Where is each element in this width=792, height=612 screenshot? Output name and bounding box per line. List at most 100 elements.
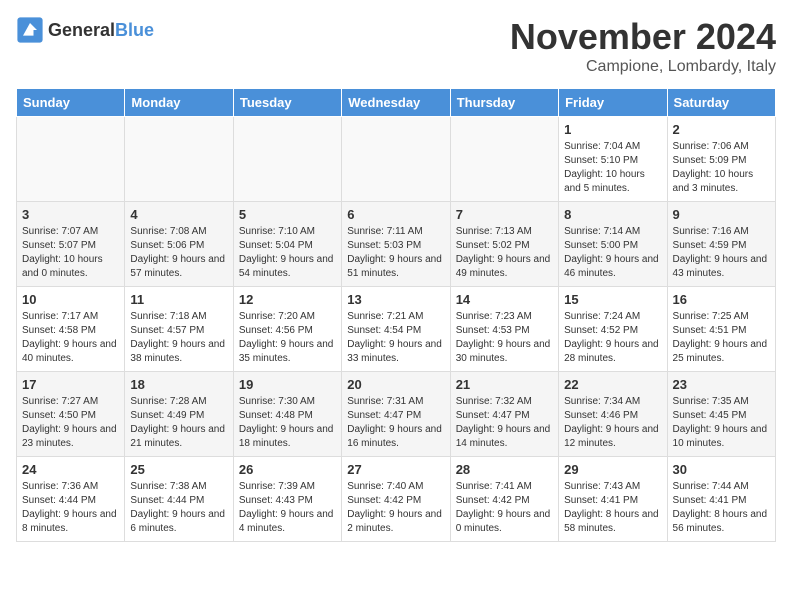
calendar-body: 1 Sunrise: 7:04 AM Sunset: 5:10 PM Daylig… (17, 117, 776, 542)
day-number: 28 (456, 462, 553, 477)
day-info: Sunrise: 7:18 AM Sunset: 4:57 PM Dayligh… (130, 310, 227, 366)
day-number: 2 (673, 122, 770, 137)
calendar-cell: 11 Sunrise: 7:18 AM Sunset: 4:57 PM Dayli… (125, 287, 233, 372)
calendar-week-row: 1 Sunrise: 7:04 AM Sunset: 5:10 PM Daylig… (17, 117, 776, 202)
day-info: Sunrise: 7:25 AM Sunset: 4:51 PM Dayligh… (673, 310, 770, 366)
header: GeneralBlue November 2024 Campione, Lomb… (16, 16, 776, 76)
day-number: 17 (22, 377, 119, 392)
day-number: 14 (456, 292, 553, 307)
day-info: Sunrise: 7:30 AM Sunset: 4:48 PM Dayligh… (239, 395, 336, 451)
day-info: Sunrise: 7:23 AM Sunset: 4:53 PM Dayligh… (456, 310, 553, 366)
day-number: 27 (347, 462, 444, 477)
day-number: 30 (673, 462, 770, 477)
calendar-cell (342, 117, 450, 202)
calendar-cell: 2Sunrise: 7:06 AM Sunset: 5:09 PM Daylig… (667, 117, 775, 202)
weekday-header-cell: Saturday (667, 89, 775, 117)
day-number: 10 (22, 292, 119, 307)
day-info: Sunrise: 7:20 AM Sunset: 4:56 PM Dayligh… (239, 310, 336, 366)
calendar-cell: 22Sunrise: 7:34 AM Sunset: 4:46 PM Dayli… (559, 372, 667, 457)
calendar-cell: 20 Sunrise: 7:31 AM Sunset: 4:47 PM Dayli… (342, 372, 450, 457)
day-info: Sunrise: 7:43 AM Sunset: 4:41 PM Dayligh… (564, 480, 661, 536)
calendar-cell: 5Sunrise: 7:10 AM Sunset: 5:04 PM Daylig… (233, 202, 341, 287)
day-info: Sunrise: 7:07 AM Sunset: 5:07 PM Dayligh… (22, 225, 119, 281)
day-number: 3 (22, 207, 119, 222)
day-number: 25 (130, 462, 227, 477)
calendar-cell (125, 117, 233, 202)
weekday-header-cell: Thursday (450, 89, 558, 117)
day-info: Sunrise: 7:21 AM Sunset: 4:54 PM Dayligh… (347, 310, 444, 366)
day-number: 21 (456, 377, 553, 392)
month-title: November 2024 (510, 16, 776, 58)
day-info: Sunrise: 7:08 AM Sunset: 5:06 PM Dayligh… (130, 225, 227, 281)
day-info: Sunrise: 7:40 AM Sunset: 4:42 PM Dayligh… (347, 480, 444, 536)
day-number: 9 (673, 207, 770, 222)
day-number: 29 (564, 462, 661, 477)
day-info: Sunrise: 7:38 AM Sunset: 4:44 PM Dayligh… (130, 480, 227, 536)
calendar-cell: 14 Sunrise: 7:23 AM Sunset: 4:53 PM Dayli… (450, 287, 558, 372)
day-number: 13 (347, 292, 444, 307)
day-number: 6 (347, 207, 444, 222)
day-info: Sunrise: 7:27 AM Sunset: 4:50 PM Dayligh… (22, 395, 119, 451)
calendar-cell: 29 Sunrise: 7:43 AM Sunset: 4:41 PM Dayli… (559, 457, 667, 542)
calendar-cell: 18 Sunrise: 7:28 AM Sunset: 4:49 PM Dayli… (125, 372, 233, 457)
calendar-cell: 8Sunrise: 7:14 AM Sunset: 5:00 PM Daylig… (559, 202, 667, 287)
day-number: 1 (564, 122, 661, 137)
day-number: 18 (130, 377, 227, 392)
weekday-header-cell: Tuesday (233, 89, 341, 117)
day-number: 22 (564, 377, 661, 392)
day-info: Sunrise: 7:36 AM Sunset: 4:44 PM Dayligh… (22, 480, 119, 536)
day-info: Sunrise: 7:13 AM Sunset: 5:02 PM Dayligh… (456, 225, 553, 281)
calendar-cell: 25 Sunrise: 7:38 AM Sunset: 4:44 PM Dayli… (125, 457, 233, 542)
day-number: 12 (239, 292, 336, 307)
day-number: 20 (347, 377, 444, 392)
calendar-cell: 30 Sunrise: 7:44 AM Sunset: 4:41 PM Dayli… (667, 457, 775, 542)
day-info: Sunrise: 7:39 AM Sunset: 4:43 PM Dayligh… (239, 480, 336, 536)
day-number: 19 (239, 377, 336, 392)
day-number: 11 (130, 292, 227, 307)
calendar-cell: 15 Sunrise: 7:24 AM Sunset: 4:52 PM Dayli… (559, 287, 667, 372)
calendar-cell: 9Sunrise: 7:16 AM Sunset: 4:59 PM Daylig… (667, 202, 775, 287)
day-number: 8 (564, 207, 661, 222)
day-info: Sunrise: 7:44 AM Sunset: 4:41 PM Dayligh… (673, 480, 770, 536)
calendar-cell: 7 Sunrise: 7:13 AM Sunset: 5:02 PM Daylig… (450, 202, 558, 287)
day-info: Sunrise: 7:24 AM Sunset: 4:52 PM Dayligh… (564, 310, 661, 366)
calendar-week-row: 24 Sunrise: 7:36 AM Sunset: 4:44 PM Dayli… (17, 457, 776, 542)
weekday-header-cell: Monday (125, 89, 233, 117)
calendar-week-row: 17 Sunrise: 7:27 AM Sunset: 4:50 PM Dayli… (17, 372, 776, 457)
day-info: Sunrise: 7:41 AM Sunset: 4:42 PM Dayligh… (456, 480, 553, 536)
weekday-header-cell: Friday (559, 89, 667, 117)
calendar-cell: 17 Sunrise: 7:27 AM Sunset: 4:50 PM Dayli… (17, 372, 125, 457)
calendar-table: SundayMondayTuesdayWednesdayThursdayFrid… (16, 88, 776, 542)
calendar-cell: 13 Sunrise: 7:21 AM Sunset: 4:54 PM Dayli… (342, 287, 450, 372)
calendar-cell: 6 Sunrise: 7:11 AM Sunset: 5:03 PM Daylig… (342, 202, 450, 287)
calendar-cell: 10 Sunrise: 7:17 AM Sunset: 4:58 PM Dayli… (17, 287, 125, 372)
logo-blue: Blue (115, 20, 154, 40)
calendar-cell: 19 Sunrise: 7:30 AM Sunset: 4:48 PM Dayli… (233, 372, 341, 457)
calendar-cell: 16 Sunrise: 7:25 AM Sunset: 4:51 PM Dayli… (667, 287, 775, 372)
day-info: Sunrise: 7:31 AM Sunset: 4:47 PM Dayligh… (347, 395, 444, 451)
location-title: Campione, Lombardy, Italy (510, 58, 776, 76)
day-number: 16 (673, 292, 770, 307)
weekday-header-cell: Wednesday (342, 89, 450, 117)
day-info: Sunrise: 7:35 AM Sunset: 4:45 PM Dayligh… (673, 395, 770, 451)
day-info: Sunrise: 7:17 AM Sunset: 4:58 PM Dayligh… (22, 310, 119, 366)
weekday-header-row: SundayMondayTuesdayWednesdayThursdayFrid… (17, 89, 776, 117)
calendar-week-row: 3 Sunrise: 7:07 AM Sunset: 5:07 PM Daylig… (17, 202, 776, 287)
day-info: Sunrise: 7:11 AM Sunset: 5:03 PM Dayligh… (347, 225, 444, 281)
day-info: Sunrise: 7:04 AM Sunset: 5:10 PM Dayligh… (564, 140, 661, 196)
calendar-cell: 23Sunrise: 7:35 AM Sunset: 4:45 PM Dayli… (667, 372, 775, 457)
day-number: 26 (239, 462, 336, 477)
calendar-cell (450, 117, 558, 202)
calendar-cell: 27 Sunrise: 7:40 AM Sunset: 4:42 PM Dayli… (342, 457, 450, 542)
calendar-week-row: 10 Sunrise: 7:17 AM Sunset: 4:58 PM Dayli… (17, 287, 776, 372)
day-number: 5 (239, 207, 336, 222)
title-area: November 2024 Campione, Lombardy, Italy (510, 16, 776, 76)
calendar-cell (233, 117, 341, 202)
calendar-cell: 4 Sunrise: 7:08 AM Sunset: 5:06 PM Daylig… (125, 202, 233, 287)
day-info: Sunrise: 7:28 AM Sunset: 4:49 PM Dayligh… (130, 395, 227, 451)
day-number: 15 (564, 292, 661, 307)
day-number: 7 (456, 207, 553, 222)
day-number: 4 (130, 207, 227, 222)
day-number: 24 (22, 462, 119, 477)
calendar-cell: 28 Sunrise: 7:41 AM Sunset: 4:42 PM Dayli… (450, 457, 558, 542)
